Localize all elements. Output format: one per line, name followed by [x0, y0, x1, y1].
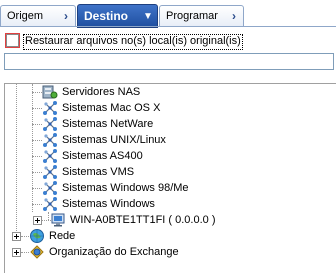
tree-item-computer[interactable]: WIN-A0BTE1TT1FI ( 0.0.0.0 )	[50, 212, 215, 228]
tree-connector	[32, 156, 42, 157]
expand-toggle[interactable]	[33, 216, 42, 225]
tree-item-label: Servidores NAS	[62, 86, 141, 98]
chevron-right-icon: ›	[232, 9, 236, 23]
restore-original-location-label[interactable]: Restaurar arquivos no(s) local(is) origi…	[23, 34, 243, 50]
network-globe-icon	[29, 228, 45, 244]
tree-connector	[32, 140, 42, 141]
tree-connector	[21, 252, 29, 253]
tree-item-label: Organização do Exchange	[49, 246, 179, 258]
network-node-icon	[42, 196, 58, 212]
network-node-icon	[42, 116, 58, 132]
nas-server-icon	[42, 84, 58, 100]
tab-programar-label: Programar	[166, 10, 218, 22]
chevron-right-icon: ›	[64, 9, 68, 23]
tree-item-label: Sistemas AS400	[62, 150, 143, 162]
tree-connector	[16, 84, 17, 237]
tab-origem[interactable]: Origem ›	[0, 5, 76, 27]
tree-item-label: Sistemas Windows	[62, 198, 155, 210]
tree-item-exchange-org[interactable]: Organização do Exchange	[29, 244, 179, 260]
tab-destino[interactable]: Destino ▼	[77, 4, 158, 28]
exchange-icon	[29, 244, 45, 260]
network-node-icon	[42, 132, 58, 148]
tab-bar: Origem › Destino ▼ Programar ›	[0, 0, 336, 32]
tree-connector	[32, 92, 42, 93]
tree-connector	[32, 108, 42, 109]
tree-connector	[32, 204, 42, 205]
tree-item-label: Sistemas UNIX/Linux	[62, 134, 166, 146]
tree-item-label: Sistemas Windows 98/Me	[62, 182, 189, 194]
network-node-icon	[42, 164, 58, 180]
destination-path-input[interactable]	[4, 53, 334, 70]
expand-toggle[interactable]	[12, 232, 21, 241]
tree-connector	[21, 236, 29, 237]
tree-item-netware[interactable]: Sistemas NetWare	[42, 116, 153, 132]
tree-item-label: Sistemas Mac OS X	[62, 102, 161, 114]
restore-original-location-checkbox[interactable]	[6, 34, 19, 47]
tree-connector	[32, 84, 33, 212]
tree-item-windows[interactable]: Sistemas Windows	[42, 196, 155, 212]
computer-icon	[50, 212, 66, 228]
tree-item-mac-os-x[interactable]: Sistemas Mac OS X	[42, 100, 160, 116]
tab-origem-label: Origem	[7, 10, 44, 22]
expand-toggle[interactable]	[12, 248, 21, 257]
tab-programar[interactable]: Programar ›	[159, 5, 244, 27]
tree-item-vms[interactable]: Sistemas VMS	[42, 164, 134, 180]
restore-original-location-row: Restaurar arquivos no(s) local(is) origi…	[0, 31, 336, 51]
chevron-down-icon: ▼	[143, 10, 153, 22]
tree-item-unix-linux[interactable]: Sistemas UNIX/Linux	[42, 132, 166, 148]
destination-tree: Servidores NAS Sistemas Mac OS X Sistema…	[4, 83, 336, 273]
tree-item-label: Sistemas VMS	[62, 166, 135, 178]
tree-item-label: Rede	[49, 230, 76, 242]
tab-divider	[0, 26, 336, 27]
tree-item-as400[interactable]: Sistemas AS400	[42, 148, 143, 164]
tree-item-label: Sistemas NetWare	[62, 118, 154, 130]
tree-item-label: WIN-A0BTE1TT1FI ( 0.0.0.0 )	[70, 214, 216, 226]
tree-connector	[32, 172, 42, 173]
tree-connector	[48, 212, 49, 220]
network-node-icon	[42, 148, 58, 164]
tree-connector	[32, 188, 42, 189]
tree-connector	[32, 124, 42, 125]
tree-item-nas-servers[interactable]: Servidores NAS	[42, 84, 140, 100]
tree-item-network[interactable]: Rede	[29, 228, 75, 244]
network-node-icon	[42, 180, 58, 196]
tab-destino-label: Destino	[84, 9, 129, 23]
tree-item-windows-98-me[interactable]: Sistemas Windows 98/Me	[42, 180, 189, 196]
network-node-icon	[42, 100, 58, 116]
